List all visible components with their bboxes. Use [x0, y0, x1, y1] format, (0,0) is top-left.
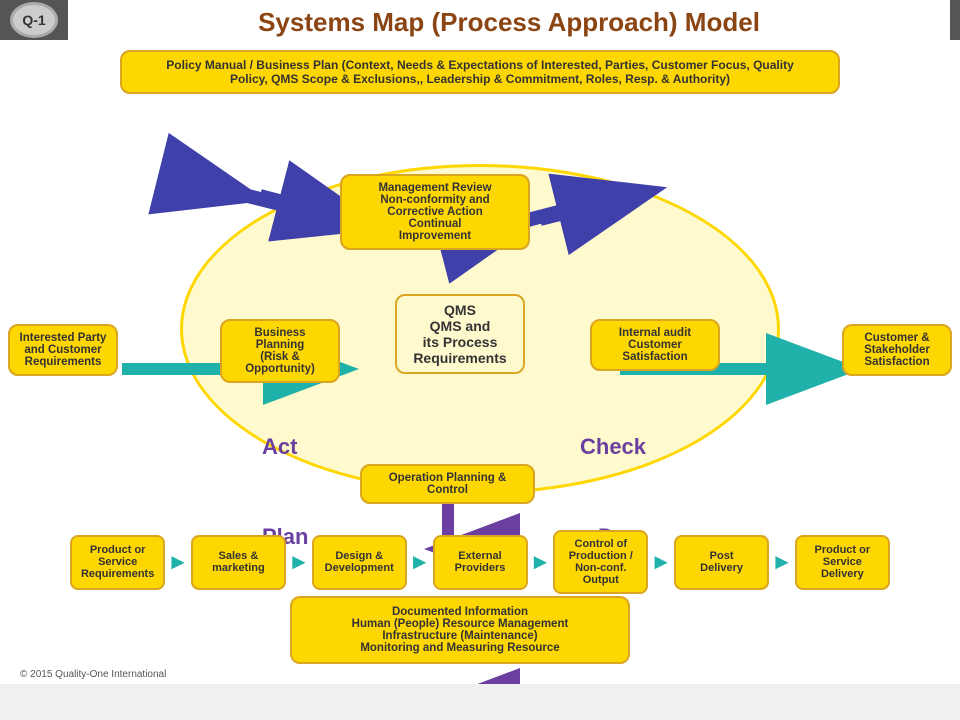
page-title: Systems Map (Process Approach) Model — [78, 0, 940, 42]
box-product-delivery: Product or Service Delivery — [795, 535, 890, 590]
footer: © 2015 Quality-One International — [10, 667, 176, 682]
box-post: Post Delivery — [674, 535, 769, 590]
logo: Q-1 — [10, 2, 58, 38]
arrow-right-4: ► — [530, 549, 552, 575]
box-control: Control of Production / Non-conf. Output — [553, 530, 648, 594]
box-management-review: Management Review Non-conformity and Cor… — [340, 174, 530, 250]
box-external: External Providers — [433, 535, 528, 590]
label-act: Act — [262, 434, 297, 460]
arrow-right-6: ► — [771, 549, 793, 575]
arrow-right-2: ► — [288, 549, 310, 575]
box-internal-audit: Internal audit Customer Satisfaction — [590, 319, 720, 371]
box-support: Documented Information Human (People) Re… — [290, 596, 630, 664]
box-design: Design & Development — [312, 535, 407, 590]
diagram-area: Interested Party and Customer Requiremen… — [0, 104, 960, 684]
arrow-right-3: ► — [409, 549, 431, 575]
box-business-planning: Business Planning (Risk & Opportunity) — [220, 319, 340, 383]
box-sales: Sales & marketing — [191, 535, 286, 590]
box-qms: QMS QMS and its Process Requirements — [395, 294, 525, 374]
policy-banner: Policy Manual / Business Plan (Context, … — [120, 50, 840, 94]
bottom-row: Product or Service Requirements ► Sales … — [0, 530, 960, 594]
box-interested-party: Interested Party and Customer Requiremen… — [8, 324, 118, 376]
box-operation-planning: Operation Planning & Control — [360, 464, 535, 504]
arrow-right-5: ► — [650, 549, 672, 575]
box-customer-satisfaction: Customer & Stakeholder Satisfaction — [842, 324, 952, 376]
box-product-req: Product or Service Requirements — [70, 535, 165, 590]
label-check: Check — [580, 434, 646, 460]
arrow-right-1: ► — [167, 549, 189, 575]
header-bar: Q-1 Systems Map (Process Approach) Model — [0, 0, 960, 40]
